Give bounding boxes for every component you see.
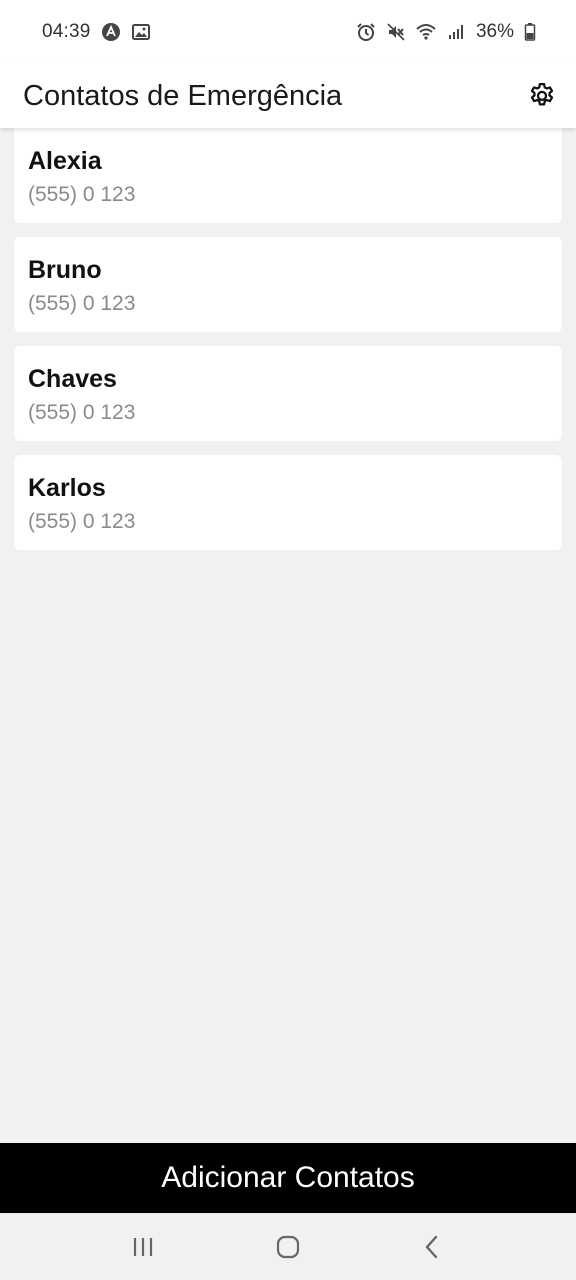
contact-name: Bruno bbox=[28, 256, 102, 284]
mute-icon bbox=[386, 22, 406, 42]
battery-icon bbox=[524, 22, 536, 42]
contact-phone: (555) 0 123 bbox=[28, 292, 136, 315]
wifi-icon bbox=[416, 22, 436, 42]
contact-card[interactable]: Bruno (555) 0 123 bbox=[14, 237, 562, 332]
status-right: 36% bbox=[356, 21, 536, 43]
add-contacts-button[interactable]: Adicionar Contatos bbox=[0, 1143, 576, 1213]
page-title: Contatos de Emergência bbox=[23, 79, 343, 112]
nav-bar bbox=[0, 1213, 576, 1280]
signal-icon bbox=[446, 22, 466, 42]
back-icon bbox=[426, 1235, 438, 1258]
alarm-icon bbox=[356, 22, 376, 42]
contact-list: Alexia (555) 0 123 Bruno (555) 0 123 Cha… bbox=[14, 128, 562, 550]
status-bar: 04:39 36% bbox=[0, 0, 576, 64]
app-notification-icon bbox=[101, 22, 121, 42]
recent-apps-button[interactable] bbox=[113, 1222, 173, 1272]
app-bar: Contatos de Emergência bbox=[0, 64, 576, 128]
contact-name: Chaves bbox=[28, 365, 117, 393]
back-button[interactable] bbox=[403, 1222, 463, 1272]
settings-button[interactable] bbox=[524, 78, 560, 114]
contact-card[interactable]: Karlos (555) 0 123 bbox=[14, 455, 562, 550]
status-time: 04:39 bbox=[42, 21, 91, 42]
home-icon bbox=[276, 1235, 300, 1258]
gear-icon bbox=[530, 83, 554, 106]
contact-name: Karlos bbox=[28, 474, 106, 502]
image-icon bbox=[131, 22, 151, 42]
contact-phone: (555) 0 123 bbox=[28, 510, 136, 533]
status-left: 04:39 bbox=[42, 21, 151, 43]
battery-percent: 36% bbox=[475, 21, 514, 42]
contact-card[interactable]: Alexia (555) 0 123 bbox=[14, 128, 562, 223]
contact-phone: (555) 0 123 bbox=[28, 401, 136, 424]
recent-apps-icon bbox=[133, 1237, 152, 1256]
home-button[interactable] bbox=[258, 1222, 318, 1272]
contact-card[interactable]: Chaves (555) 0 123 bbox=[14, 346, 562, 441]
contact-name: Alexia bbox=[28, 147, 102, 175]
contact-phone: (555) 0 123 bbox=[28, 183, 136, 206]
add-contacts-label: Adicionar Contatos bbox=[161, 1161, 415, 1194]
